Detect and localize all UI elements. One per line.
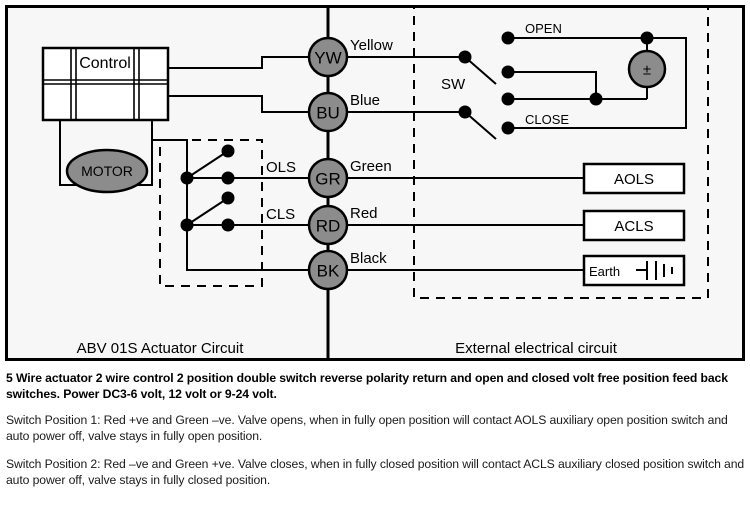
- terminal-bu-code: BU: [316, 104, 340, 123]
- cls-pivot-node: [180, 218, 194, 232]
- terminal-rd: RD: [307, 204, 349, 246]
- acls-label: ACLS: [614, 218, 653, 235]
- wire-label-blue: Blue: [350, 92, 380, 109]
- terminal-rd-code: RD: [316, 217, 341, 236]
- block-acls: ACLS: [582, 209, 686, 242]
- wire-label-black: Black: [350, 250, 387, 267]
- motor-label: MOTOR: [81, 163, 133, 179]
- aols-label: AOLS: [614, 171, 654, 188]
- sw-label: SW: [441, 76, 466, 93]
- power-supply-symbol: ±: [643, 62, 651, 79]
- control-box-label: Control: [79, 55, 131, 72]
- control-unit: Control: [41, 46, 170, 122]
- sw-position-open-label: OPEN: [525, 21, 562, 36]
- ols-upper-contact-node: [221, 144, 235, 158]
- wire-label-yellow: Yellow: [350, 37, 393, 54]
- caption-headline: 5 Wire actuator 2 wire control 2 positio…: [6, 371, 728, 401]
- wire-label-green: Green: [350, 158, 392, 175]
- left-panel-label: ABV 01S Actuator Circuit: [77, 340, 245, 357]
- caption-switch-position-1: Switch Position 1: Red +ve and Green –ve…: [6, 413, 728, 443]
- terminal-yw-code: YW: [314, 49, 341, 68]
- caption-switch-position-2: Switch Position 2: Red –ve and Green +ve…: [6, 457, 745, 487]
- block-earth: Earth: [582, 254, 686, 287]
- wire-label-red: Red: [350, 205, 378, 222]
- wiring-diagram-page: Control MOTOR OLS CLS YW BU GR RD BK Yel…: [0, 0, 750, 511]
- sw-position-close-label: CLOSE: [525, 112, 569, 127]
- terminal-bk: BK: [307, 249, 349, 291]
- terminal-gr: GR: [307, 157, 349, 199]
- motor-unit: MOTOR: [65, 148, 149, 194]
- right-panel-label: External electrical circuit: [455, 340, 618, 357]
- terminal-gr-code: GR: [315, 170, 341, 189]
- terminal-bu: BU: [307, 91, 349, 133]
- cls-upper-contact-node: [221, 191, 235, 205]
- earth-label: Earth: [589, 264, 620, 279]
- actuator-wiring-diagram: Control MOTOR OLS CLS YW BU GR RD BK Yel…: [5, 5, 745, 361]
- caption-block: 5 Wire actuator 2 wire control 2 positio…: [0, 370, 750, 500]
- ols-label: OLS: [266, 159, 296, 176]
- block-aols: AOLS: [582, 162, 686, 195]
- terminal-bk-code: BK: [317, 262, 340, 281]
- sw-crossover-junction-node: [589, 92, 603, 106]
- terminal-yw: YW: [307, 36, 349, 78]
- cls-label: CLS: [266, 206, 295, 223]
